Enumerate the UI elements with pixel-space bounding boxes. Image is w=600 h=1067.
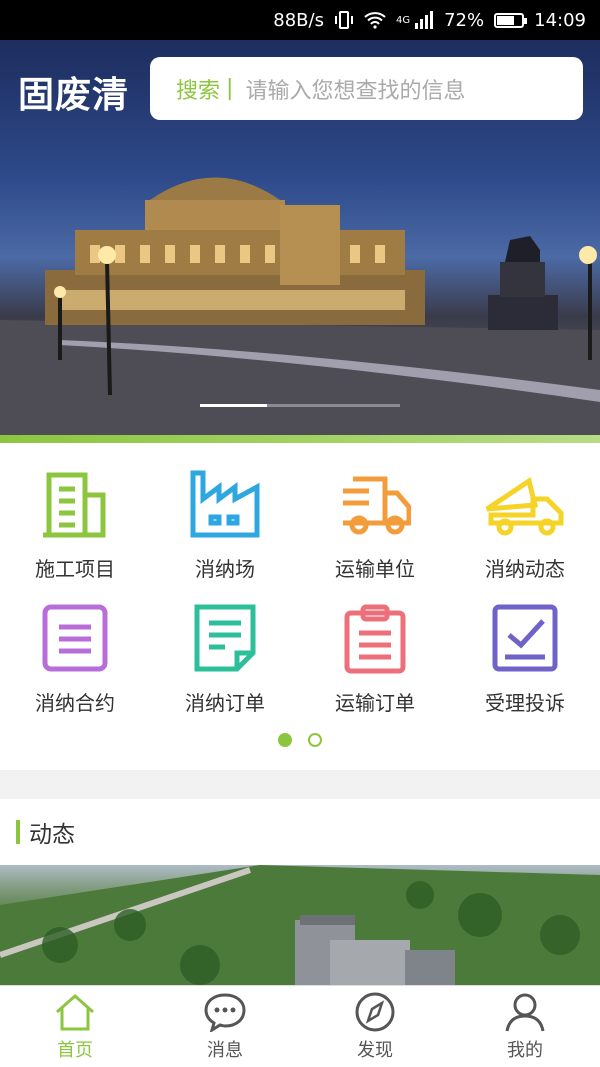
home-icon	[56, 993, 94, 1030]
menu-item-disposal-dynamics[interactable]: 消纳动态	[450, 469, 600, 582]
menu-item-label: 受理投诉	[485, 691, 565, 715]
news-image[interactable]	[0, 865, 600, 987]
menu-item-complaint[interactable]: 受理投诉	[450, 603, 600, 716]
pager-dot-2[interactable]	[308, 733, 322, 747]
nav-profile[interactable]: 我的	[450, 986, 600, 1067]
menu-item-disposal-contract[interactable]: 消纳合约	[0, 603, 150, 716]
order-doc-icon	[194, 604, 256, 672]
complaint-check-icon	[492, 604, 558, 672]
signal-icon: 4G	[396, 11, 434, 29]
nav-home-label: 首页	[57, 1039, 93, 1061]
nav-messages[interactable]: 消息	[150, 986, 300, 1067]
search-input[interactable]: 请输入您想查找的信息	[245, 73, 465, 105]
wifi-icon	[364, 11, 386, 29]
truck-icon	[343, 476, 411, 535]
network-type: 4G	[395, 14, 411, 26]
section-title: 动态	[29, 822, 75, 848]
section-accent-bar	[16, 820, 20, 844]
menu-panel: 施工项目 消纳场 运输单位 消纳动态 消纳合约 消纳订单 运输订单 受理投诉	[0, 443, 600, 770]
menu-item-label: 消纳动态	[485, 557, 565, 581]
factory-icon	[190, 470, 260, 538]
chat-icon	[204, 992, 246, 1032]
menu-item-disposal-order[interactable]: 消纳订单	[150, 603, 300, 716]
bottom-nav: 首页 消息 发现 我的	[0, 985, 600, 1067]
search-divider: |	[226, 76, 234, 101]
nav-discover[interactable]: 发现	[300, 986, 450, 1067]
user-icon	[505, 993, 545, 1031]
menu-item-transport-unit[interactable]: 运输单位	[300, 469, 450, 582]
nav-profile-label: 我的	[507, 1039, 543, 1061]
search-box[interactable]: 搜索 | 请输入您想查找的信息	[150, 57, 583, 120]
dump-truck-icon	[485, 476, 564, 536]
menu-item-transport-order[interactable]: 运输订单	[300, 603, 450, 716]
building-icon	[43, 472, 106, 538]
menu-item-label: 消纳订单	[185, 691, 265, 715]
compass-icon	[355, 992, 395, 1031]
battery-icon	[494, 12, 528, 28]
menu-item-disposal-site[interactable]: 消纳场	[150, 469, 300, 582]
clipboard-icon	[344, 604, 406, 674]
pager-dot-1[interactable]	[278, 733, 292, 747]
menu-item-label: 施工项目	[35, 557, 115, 581]
search-label: 搜索	[176, 78, 221, 104]
nav-messages-label: 消息	[207, 1039, 243, 1061]
app-logo: 固废清	[18, 75, 130, 116]
carousel-indicator-active	[200, 404, 267, 407]
carousel-indicator	[200, 404, 400, 407]
network-speed: 88B/s	[273, 9, 324, 31]
menu-item-label: 运输订单	[335, 691, 415, 715]
aerial-factory-image	[0, 865, 600, 987]
status-bar: 88B/s 4G 72% 14:09	[0, 0, 600, 40]
banner-divider	[0, 435, 600, 443]
vibrate-icon	[334, 11, 354, 29]
clock: 14:09	[534, 9, 586, 31]
menu-item-label: 消纳场	[195, 557, 255, 581]
menu-pager	[0, 733, 600, 747]
menu-item-construction-project[interactable]: 施工项目	[0, 469, 150, 582]
dynamic-section-header: 动态	[0, 799, 600, 865]
nav-discover-label: 发现	[357, 1039, 393, 1061]
menu-item-label: 运输单位	[335, 557, 415, 581]
contract-icon	[42, 604, 108, 672]
menu-item-label: 消纳合约	[35, 691, 115, 715]
battery-percent: 72%	[444, 9, 485, 31]
nav-home[interactable]: 首页	[0, 986, 150, 1067]
banner-carousel[interactable]: 固废清 搜索 | 请输入您想查找的信息	[0, 40, 600, 435]
